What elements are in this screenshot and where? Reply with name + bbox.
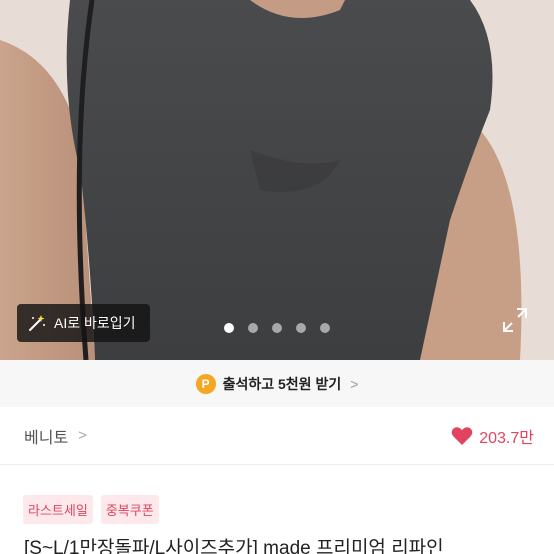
carousel-dot[interactable] (296, 323, 306, 333)
heart-icon (451, 426, 473, 445)
store-link[interactable]: 베니토 > (24, 424, 87, 448)
point-coin-icon: P (195, 373, 216, 394)
like-button[interactable]: 203.7만 (451, 424, 534, 448)
carousel-dot[interactable] (320, 323, 330, 333)
carousel-dot[interactable] (224, 323, 234, 333)
carousel-dot[interactable] (248, 323, 258, 333)
ai-try-on-button[interactable]: AI로 바로입기 (17, 304, 150, 342)
attendance-banner[interactable]: P 출석하고 5천원 받기 > (0, 360, 554, 407)
tag-list: 라스트세일 중복쿠폰 (23, 495, 159, 524)
expand-icon[interactable] (502, 307, 528, 333)
magic-wand-icon (29, 315, 45, 331)
carousel-indicator (224, 323, 330, 333)
product-title: [S~L/1만장돌파/L사이즈추가] made 프리미엄 리파인 (24, 538, 444, 554)
product-photo[interactable]: AI로 바로입기 (0, 0, 554, 360)
tag-duplicate-coupon: 중복쿠폰 (100, 495, 159, 524)
like-count: 203.7만 (479, 429, 534, 447)
carousel-dot[interactable] (272, 323, 282, 333)
ai-try-on-label: AI로 바로입기 (54, 315, 136, 331)
chevron-right-icon: > (350, 375, 359, 392)
store-name: 베니토 (24, 429, 69, 447)
tag-last-sale: 라스트세일 (23, 495, 93, 524)
store-row: 베니토 > 203.7만 (0, 407, 554, 465)
chevron-right-icon: > (78, 427, 87, 444)
attendance-text: 출석하고 5천원 받기 (222, 375, 342, 392)
